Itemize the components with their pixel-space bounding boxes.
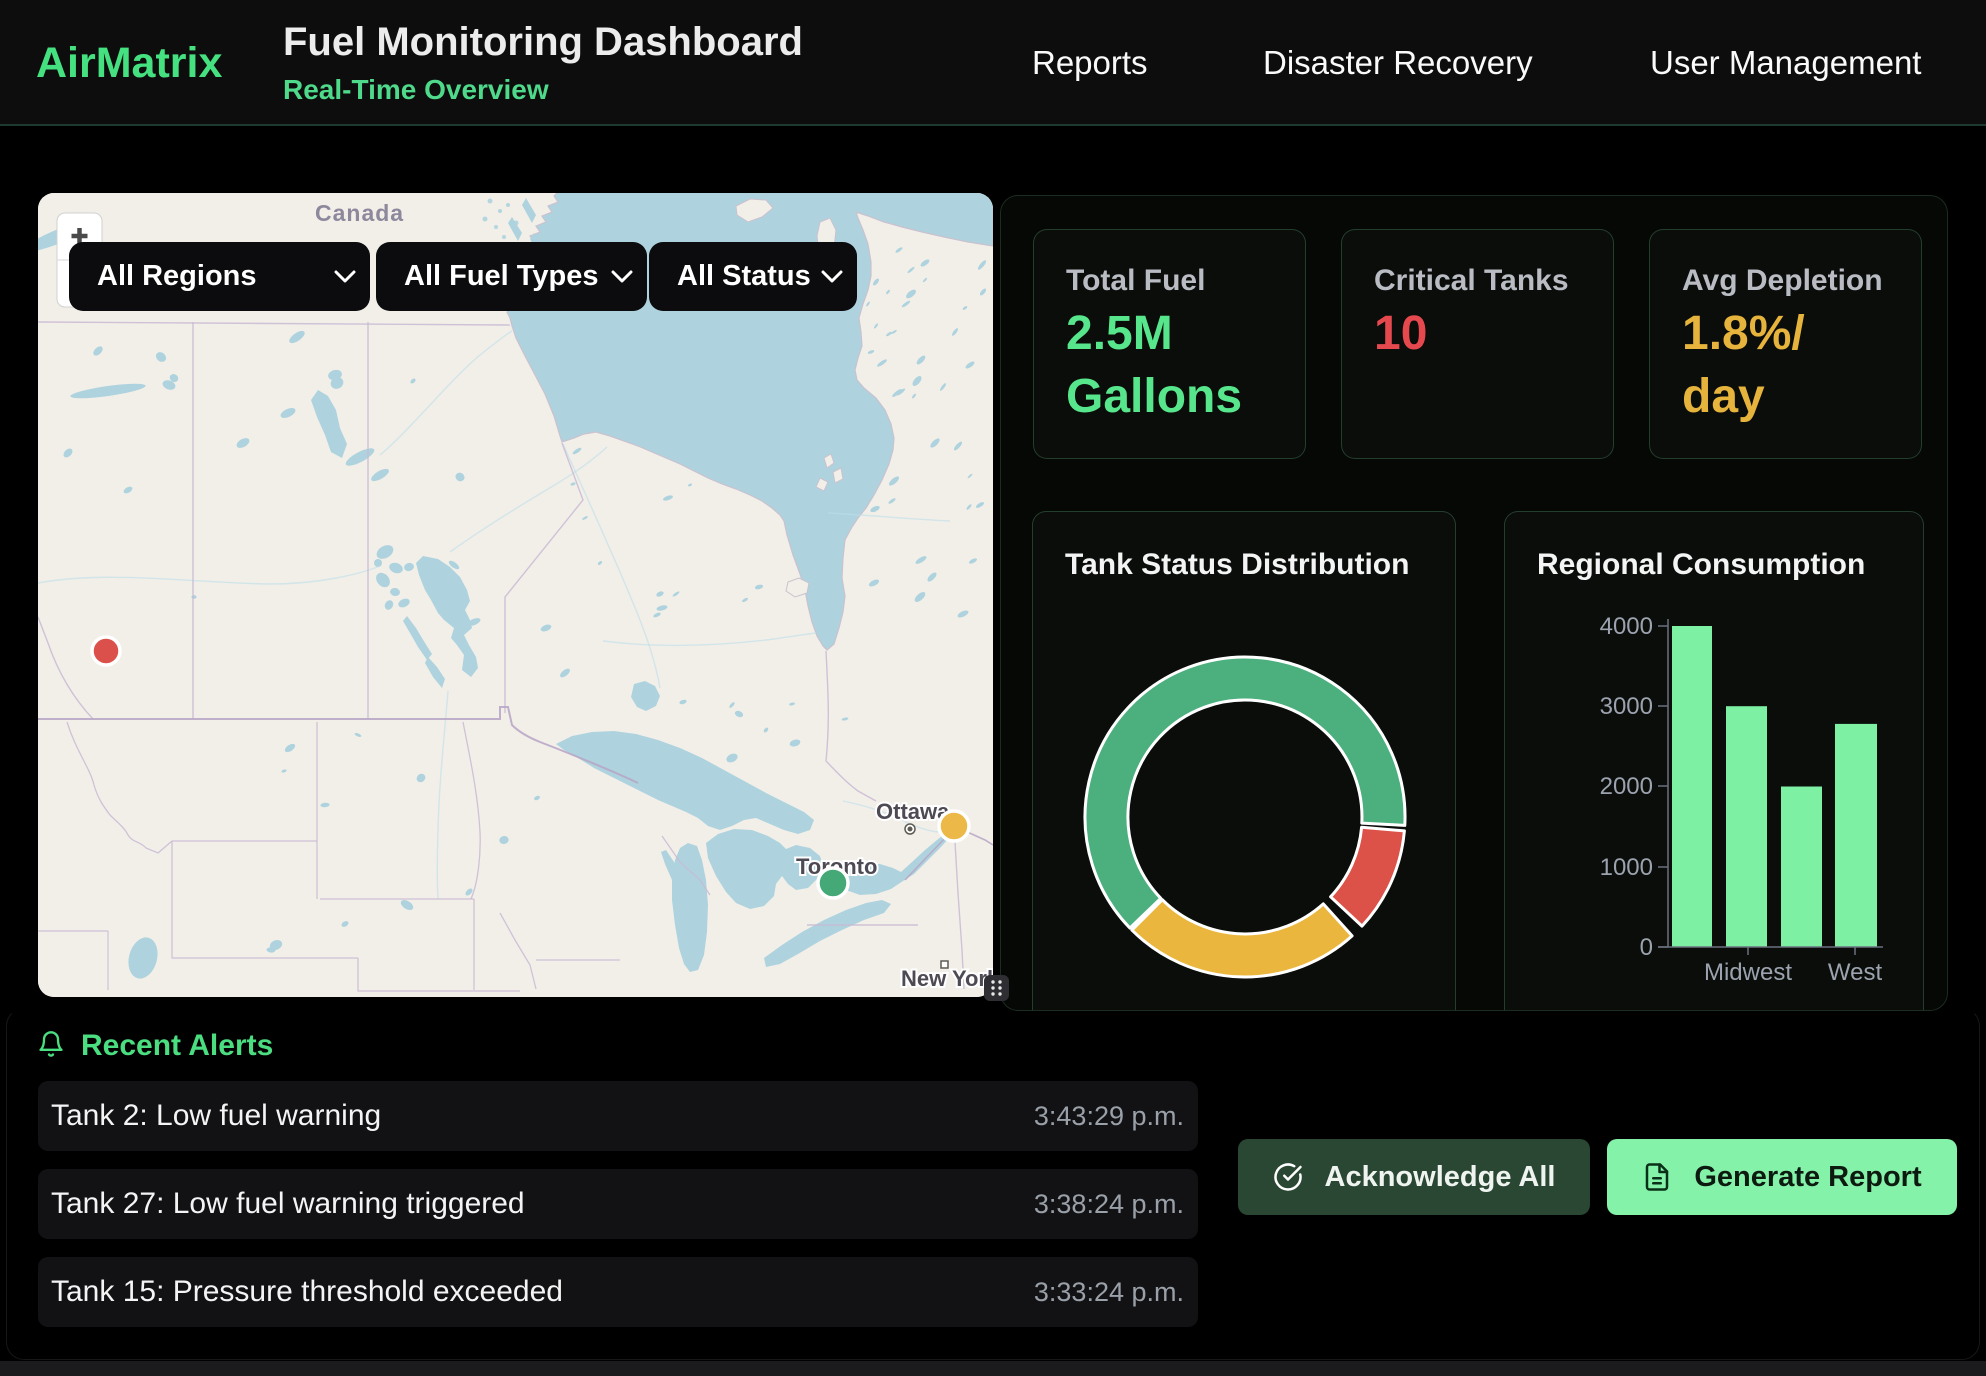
svg-text:4000: 4000 [1600,613,1653,640]
svg-text:West: West [1828,959,1883,986]
svg-text:3000: 3000 [1600,693,1653,720]
svg-text:0: 0 [1640,934,1653,961]
svg-text:Midwest: Midwest [1704,959,1792,986]
svg-text:Canada: Canada [315,200,404,226]
svg-text:New York: New York [901,966,993,991]
svg-text:2000: 2000 [1600,773,1653,800]
svg-text:1000: 1000 [1600,854,1653,881]
